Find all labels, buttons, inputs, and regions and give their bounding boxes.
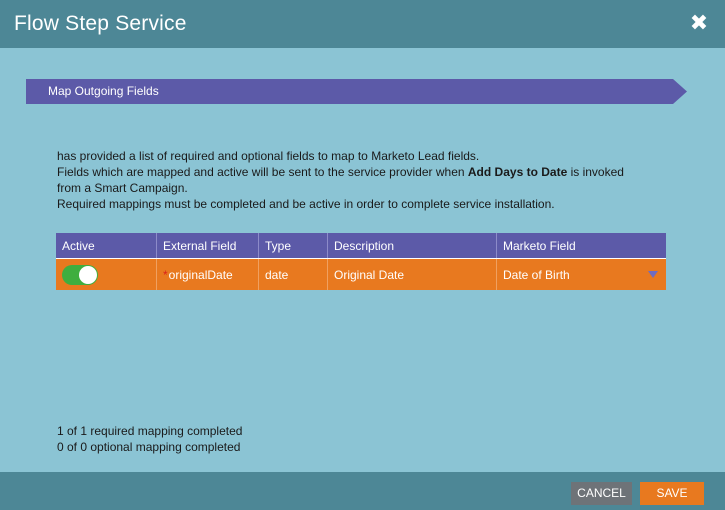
- active-toggle[interactable]: [62, 264, 98, 285]
- step-label: Map Outgoing Fields: [48, 84, 159, 98]
- dialog-titlebar: Flow Step Service ✖: [0, 0, 725, 48]
- cancel-button[interactable]: CANCEL: [571, 482, 632, 505]
- table-row: * originalDate date Original Date Date of…: [56, 258, 666, 290]
- intro-line-4: Required mappings must be completed and …: [57, 197, 555, 211]
- column-header-type: Type: [259, 233, 328, 258]
- intro-line-2-start: Fields which are mapped and active will …: [57, 165, 468, 179]
- intro-line-2-end: is invoked: [567, 165, 624, 179]
- marketo-field-select[interactable]: Date of Birth: [497, 259, 666, 290]
- description-cell: Original Date: [328, 259, 497, 290]
- marketo-field-value: Date of Birth: [503, 267, 570, 282]
- external-field-cell: * originalDate: [157, 259, 259, 290]
- intro-line-1: has provided a list of required and opti…: [57, 149, 480, 163]
- column-header-active: Active: [56, 233, 157, 258]
- required-mapping-count: 1 of 1 required mapping completed: [57, 424, 243, 438]
- flow-step-name: Add Days to Date: [467, 165, 568, 179]
- dialog-title: Flow Step Service: [14, 12, 187, 35]
- close-icon[interactable]: ✖: [689, 12, 709, 34]
- intro-line-3: from a Smart Campaign.: [57, 181, 188, 195]
- step-banner: Map Outgoing Fields: [26, 79, 687, 104]
- active-cell: [56, 259, 157, 290]
- dialog-footer: CANCEL SAVE: [0, 472, 725, 510]
- column-header-external-field: External Field: [157, 233, 259, 258]
- toggle-knob: [79, 265, 97, 284]
- table-header: Active External Field Type Description M…: [56, 233, 666, 258]
- chevron-down-icon: [648, 271, 658, 278]
- column-header-description: Description: [328, 233, 497, 258]
- external-field-value: originalDate: [168, 267, 233, 282]
- type-cell: date: [259, 259, 328, 290]
- save-button[interactable]: SAVE: [640, 482, 704, 505]
- mapping-counts: 1 of 1 required mapping completed 0 of 0…: [57, 423, 242, 455]
- optional-mapping-count: 0 of 0 optional mapping completed: [57, 440, 241, 454]
- mapping-table: Active External Field Type Description M…: [56, 233, 666, 290]
- required-marker: *: [163, 267, 168, 282]
- intro-text: has provided a list of required and opti…: [57, 148, 697, 212]
- column-header-marketo-field: Marketo Field: [503, 238, 576, 253]
- intro-line-2: Fields which are mapped and active will …: [57, 164, 697, 180]
